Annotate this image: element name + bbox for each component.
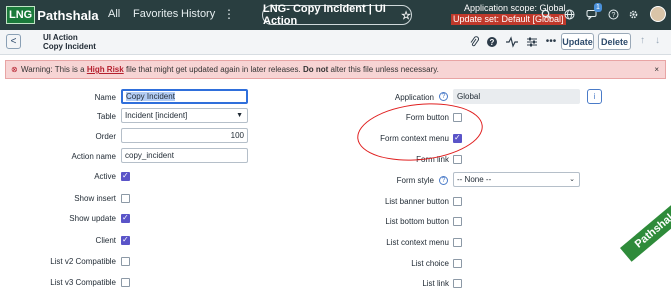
svg-text:?: ? — [611, 12, 615, 19]
high-risk-warning-banner: ⊗ Warning: This is a High Risk file that… — [5, 60, 666, 79]
order-label: Order — [95, 132, 116, 141]
form-style-select[interactable]: -- None -- ⌄ — [453, 172, 580, 187]
list-choice-checkbox[interactable] — [453, 259, 462, 268]
favorite-star-icon[interactable]: ☆ — [401, 9, 411, 22]
list-choice-label: List choice — [411, 259, 449, 268]
form-header: < UI Action Copy Incident ? ••• Update D… — [0, 30, 671, 55]
show-update-label: Show update — [69, 214, 116, 223]
show-update-checkbox[interactable] — [121, 213, 130, 223]
list-banner-button-checkbox[interactable] — [453, 197, 462, 206]
table-label: Table — [96, 112, 116, 121]
chevron-down-icon: ▼ — [236, 112, 243, 119]
high-risk-link[interactable]: High Risk — [87, 65, 124, 74]
more-menu-icon[interactable]: ⋮ — [223, 7, 235, 21]
active-checkbox[interactable] — [121, 171, 130, 181]
application-label: Application — [394, 93, 434, 102]
form-style-label: Form style — [396, 176, 434, 185]
more-options-icon[interactable]: ••• — [545, 36, 557, 48]
name-label: Name — [94, 93, 116, 102]
top-navigation-bar: LNG Pathshala All Favorites History ⋮ LN… — [0, 0, 671, 30]
list-context-menu-checkbox[interactable] — [453, 238, 462, 247]
delete-button[interactable]: Delete — [598, 33, 631, 50]
list-v3-compatible-label: List v3 Compatible — [50, 278, 116, 287]
pathshala-watermark-ribbon: Pathshala — [620, 181, 671, 262]
update-button[interactable]: Update — [561, 33, 594, 50]
close-icon[interactable]: × — [654, 61, 659, 78]
lng-pathshala-logo[interactable]: LNG Pathshala — [6, 6, 99, 24]
back-button[interactable]: < — [6, 34, 21, 49]
form-link-checkbox[interactable] — [453, 155, 462, 164]
context-title-pill[interactable]: LNG- Copy Incident | UI Action ☆ — [262, 3, 412, 27]
svg-text:?: ? — [490, 38, 495, 47]
nav-history[interactable]: History — [181, 8, 215, 20]
order-input[interactable]: 100 — [121, 128, 248, 143]
next-record-icon[interactable]: ↓ — [655, 35, 660, 46]
list-link-label: List link — [422, 279, 449, 288]
list-v3-compatible-checkbox[interactable] — [121, 278, 130, 287]
application-help-icon[interactable]: ? — [439, 92, 448, 101]
client-checkbox[interactable] — [121, 235, 130, 245]
list-bottom-button-checkbox[interactable] — [453, 217, 462, 226]
help-circle-icon[interactable]: ? — [486, 36, 498, 48]
red-annotation-ellipse — [354, 97, 486, 167]
show-insert-label: Show insert — [74, 194, 116, 203]
action-name-input[interactable]: copy_incident — [121, 148, 248, 163]
nav-favorites[interactable]: Favorites — [133, 8, 178, 20]
previous-record-icon[interactable]: ↑ — [640, 35, 645, 46]
chevron-down-icon: ⌄ — [569, 176, 575, 183]
list-bottom-button-label: List bottom button — [385, 217, 449, 226]
notification-badge: 1 — [594, 3, 602, 12]
list-link-checkbox[interactable] — [453, 279, 462, 288]
warning-icon: ⊗ — [11, 65, 18, 74]
form-record-name: Copy Incident — [43, 42, 96, 51]
form-style-help-icon[interactable]: ? — [439, 176, 448, 185]
logo-mark: LNG — [6, 6, 36, 24]
activity-pulse-icon[interactable] — [506, 36, 518, 48]
logo-text: Pathshala — [37, 7, 99, 23]
warning-message: Warning: This is a High Risk file that m… — [21, 65, 439, 74]
search-icon[interactable] — [540, 9, 552, 21]
show-insert-checkbox[interactable] — [121, 194, 130, 203]
list-v2-compatible-checkbox[interactable] — [121, 257, 130, 266]
nav-all[interactable]: All — [108, 8, 120, 20]
form-table-label: UI Action — [43, 33, 78, 42]
list-banner-button-label: List banner button — [384, 197, 449, 206]
client-label: Client — [95, 236, 116, 245]
globe-icon[interactable] — [563, 9, 575, 21]
context-title: LNG- Copy Incident | UI Action — [263, 3, 386, 27]
name-input[interactable]: Copy Incident — [121, 89, 248, 104]
table-select[interactable]: Incident [incident] ▼ — [121, 108, 248, 123]
application-field: Global — [453, 89, 580, 104]
list-v2-compatible-label: List v2 Compatible — [50, 257, 116, 266]
application-info-icon[interactable]: i — [587, 89, 602, 104]
active-label: Active — [94, 172, 116, 181]
user-avatar[interactable] — [650, 6, 666, 22]
settings-gear-icon[interactable] — [627, 9, 639, 21]
personalize-sliders-icon[interactable] — [526, 36, 538, 48]
attachment-paperclip-icon[interactable] — [468, 36, 480, 48]
list-context-menu-label: List context menu — [386, 238, 449, 247]
help-icon[interactable]: ? — [607, 9, 619, 21]
action-name-label: Action name — [71, 152, 116, 161]
